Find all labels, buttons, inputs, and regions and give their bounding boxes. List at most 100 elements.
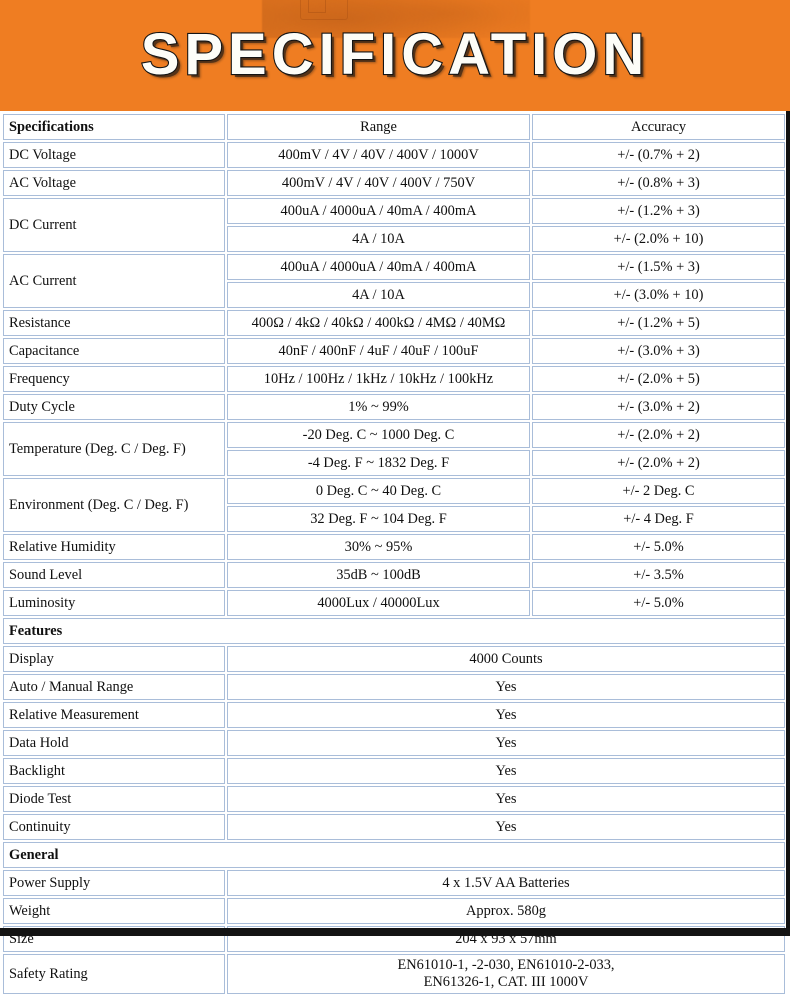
spec-range: -20 Deg. C ~ 1000 Deg. C: [227, 422, 530, 448]
page-title: SPECIFICATION: [140, 21, 650, 87]
table-row: Luminosity 4000Lux / 40000Lux +/- 5.0%: [3, 590, 785, 616]
right-edge-strip: [786, 111, 790, 928]
general-value: 4 x 1.5V AA Batteries: [227, 870, 785, 896]
feature-name: Data Hold: [3, 730, 225, 756]
spec-accuracy: +/- (1.2% + 5): [532, 310, 785, 336]
spec-name: DC Voltage: [3, 142, 225, 168]
spec-name: Frequency: [3, 366, 225, 392]
table-header-row: Specifications Range Accuracy: [3, 114, 785, 140]
table-row: AC Current 400uA / 4000uA / 40mA / 400mA…: [3, 254, 785, 308]
table-row: Safety Rating EN61010-1, -2-030, EN61010…: [3, 954, 785, 994]
spec-accuracy: +/- 2 Deg. C: [532, 478, 785, 504]
spec-accuracy: +/- (1.5% + 3): [532, 254, 785, 280]
spec-accuracy: +/- (1.2% + 3): [532, 198, 785, 224]
feature-name: Continuity: [3, 814, 225, 840]
table-row: Auto / Manual Range Yes: [3, 674, 785, 700]
spec-range: 400mV / 4V / 40V / 400V / 1000V: [227, 142, 530, 168]
table-row: Resistance 400Ω / 4kΩ / 40kΩ / 400kΩ / 4…: [3, 310, 785, 336]
spec-range: 400mV / 4V / 40V / 400V / 750V: [227, 170, 530, 196]
spec-name: Environment (Deg. C / Deg. F): [3, 478, 225, 532]
table-row: Temperature (Deg. C / Deg. F) -20 Deg. C…: [3, 422, 785, 476]
spec-name: Luminosity: [3, 590, 225, 616]
spec-range: 30% ~ 95%: [227, 534, 530, 560]
safety-rating-line-2: EN61326-1, CAT. III 1000V: [423, 974, 589, 990]
spec-range: 0 Deg. C ~ 40 Deg. C: [227, 478, 530, 504]
table-row: Diode Test Yes: [3, 786, 785, 812]
table-row: Data Hold Yes: [3, 730, 785, 756]
bottom-edge-strip: [0, 928, 790, 936]
table-row: DC Current 400uA / 4000uA / 40mA / 400mA…: [3, 198, 785, 252]
spec-accuracy: +/- 5.0%: [532, 590, 785, 616]
table-row: Capacitance 40nF / 400nF / 4uF / 40uF / …: [3, 338, 785, 364]
table-row: Continuity Yes: [3, 814, 785, 840]
page-banner: SPECIFICATION: [0, 0, 790, 111]
general-name: Safety Rating: [3, 954, 225, 994]
feature-value: Yes: [227, 674, 785, 700]
general-value: EN61010-1, -2-030, EN61010-2-033, EN6132…: [227, 954, 785, 994]
spec-accuracy: +/- (0.8% + 3): [532, 170, 785, 196]
table-row: AC Voltage 400mV / 4V / 40V / 400V / 750…: [3, 170, 785, 196]
spec-range: 4A / 10A: [227, 226, 530, 252]
table-row: Relative Measurement Yes: [3, 702, 785, 728]
spec-range: 400uA / 4000uA / 40mA / 400mA: [227, 198, 530, 224]
spec-accuracy: +/- (2.0% + 2): [532, 422, 785, 448]
feature-value: Yes: [227, 702, 785, 728]
spec-accuracy: +/- (0.7% + 2): [532, 142, 785, 168]
feature-value: Yes: [227, 786, 785, 812]
section-title-general: General: [3, 842, 785, 868]
spec-name: DC Current: [3, 198, 225, 252]
column-header-specifications: Specifications: [3, 114, 225, 140]
section-header-row-general: General: [3, 842, 785, 868]
spec-range: 400Ω / 4kΩ / 40kΩ / 400kΩ / 4MΩ / 40MΩ: [227, 310, 530, 336]
table-row: Backlight Yes: [3, 758, 785, 784]
spec-name: Temperature (Deg. C / Deg. F): [3, 422, 225, 476]
spec-name: Capacitance: [3, 338, 225, 364]
feature-value: 4000 Counts: [227, 646, 785, 672]
spec-accuracy: +/- 3.5%: [532, 562, 785, 588]
product-photo-ghost-shape-outer: [300, 0, 348, 20]
spec-accuracy: +/- (2.0% + 2): [532, 450, 785, 476]
feature-name: Relative Measurement: [3, 702, 225, 728]
spec-accuracy: +/- (3.0% + 2): [532, 394, 785, 420]
spec-accuracy: +/- (3.0% + 10): [532, 282, 785, 308]
general-name: Weight: [3, 898, 225, 924]
section-title-features: Features: [3, 618, 785, 644]
feature-name: Auto / Manual Range: [3, 674, 225, 700]
table-row: DC Voltage 400mV / 4V / 40V / 400V / 100…: [3, 142, 785, 168]
table-row: Environment (Deg. C / Deg. F) 0 Deg. C ~…: [3, 478, 785, 532]
table-row: Relative Humidity 30% ~ 95% +/- 5.0%: [3, 534, 785, 560]
table-row: Weight Approx. 580g: [3, 898, 785, 924]
spec-range: 40nF / 400nF / 4uF / 40uF / 100uF: [227, 338, 530, 364]
spec-range: 1% ~ 99%: [227, 394, 530, 420]
spec-name: Sound Level: [3, 562, 225, 588]
spec-range: 4000Lux / 40000Lux: [227, 590, 530, 616]
spec-name: AC Current: [3, 254, 225, 308]
spec-range: -4 Deg. F ~ 1832 Deg. F: [227, 450, 530, 476]
spec-accuracy: +/- (2.0% + 10): [532, 226, 785, 252]
feature-name: Display: [3, 646, 225, 672]
general-name: Power Supply: [3, 870, 225, 896]
product-photo-ghost-shape-inner: [308, 0, 326, 13]
feature-name: Backlight: [3, 758, 225, 784]
table-row: Power Supply 4 x 1.5V AA Batteries: [3, 870, 785, 896]
spec-name: Duty Cycle: [3, 394, 225, 420]
feature-value: Yes: [227, 758, 785, 784]
safety-rating-line-1: EN61010-1, -2-030, EN61010-2-033,: [397, 957, 615, 973]
column-header-range: Range: [227, 114, 530, 140]
table-row: Frequency 10Hz / 100Hz / 1kHz / 10kHz / …: [3, 366, 785, 392]
spec-range: 10Hz / 100Hz / 1kHz / 10kHz / 100kHz: [227, 366, 530, 392]
spec-accuracy: +/- 4 Deg. F: [532, 506, 785, 532]
table-row: Display 4000 Counts: [3, 646, 785, 672]
spec-range: 4A / 10A: [227, 282, 530, 308]
feature-name: Diode Test: [3, 786, 225, 812]
spec-name: AC Voltage: [3, 170, 225, 196]
spec-accuracy: +/- (3.0% + 3): [532, 338, 785, 364]
table-row: Sound Level 35dB ~ 100dB +/- 3.5%: [3, 562, 785, 588]
specification-sheet: Specifications Range Accuracy DC Voltage…: [0, 111, 790, 994]
general-value: Approx. 580g: [227, 898, 785, 924]
section-header-row-features: Features: [3, 618, 785, 644]
spec-accuracy: +/- (2.0% + 5): [532, 366, 785, 392]
spec-range: 35dB ~ 100dB: [227, 562, 530, 588]
spec-name: Resistance: [3, 310, 225, 336]
feature-value: Yes: [227, 730, 785, 756]
